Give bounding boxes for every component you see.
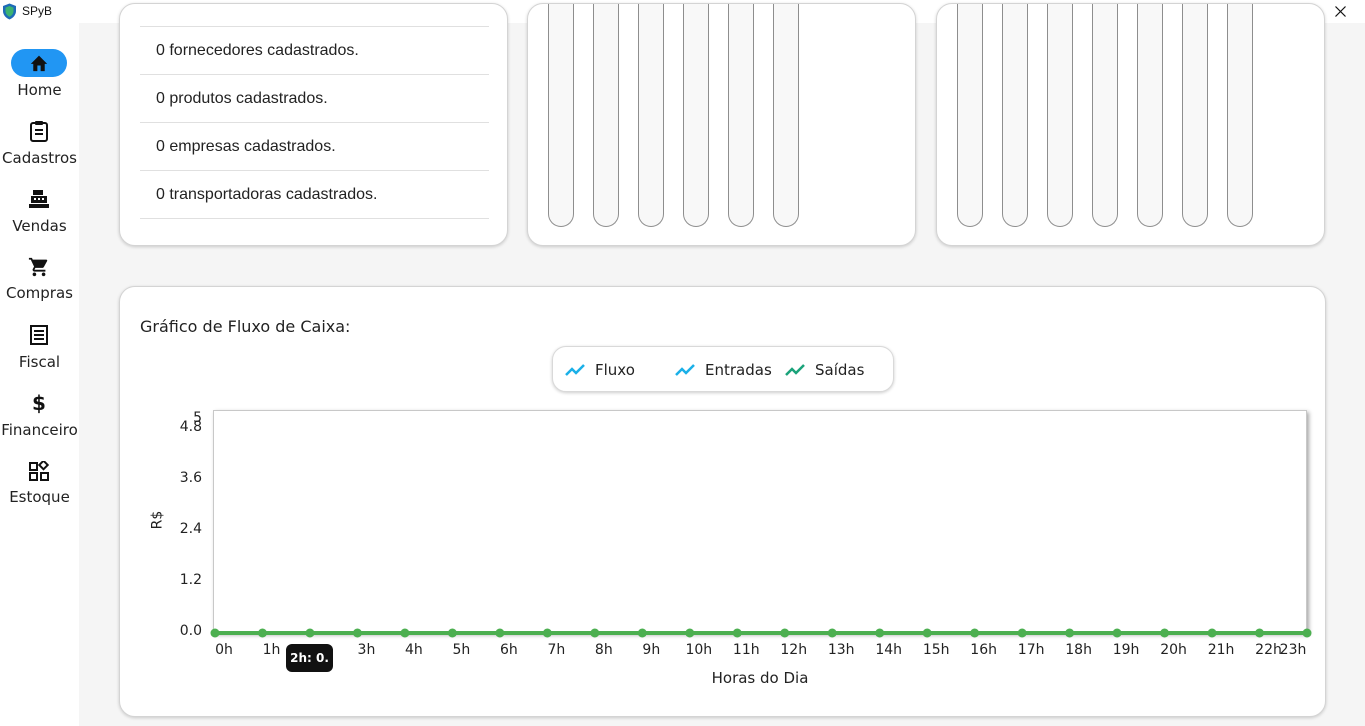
nav-label-home: Home bbox=[17, 81, 62, 99]
nav-item-financeiro[interactable]: $ Financeiro bbox=[0, 389, 79, 453]
empty-bar bbox=[1182, 4, 1208, 227]
shopping-cart-icon bbox=[28, 257, 48, 277]
empty-bar bbox=[638, 4, 664, 227]
empty-bar bbox=[1137, 4, 1163, 227]
x-tick-label: 8h bbox=[594, 642, 613, 658]
nav-item-vendas[interactable]: Vendas bbox=[0, 185, 79, 249]
chart-legend: Fluxo Entradas Saídas bbox=[552, 346, 894, 392]
dollar-icon-wrap: $ bbox=[11, 389, 67, 417]
receipt-icon-wrap bbox=[11, 321, 67, 349]
close-icon bbox=[1334, 6, 1346, 17]
x-axis-title: Horas do Dia bbox=[711, 669, 809, 687]
receipt-icon bbox=[30, 325, 48, 345]
nav-item-home[interactable]: Home bbox=[0, 49, 79, 113]
nav-label-fiscal: Fiscal bbox=[18, 353, 61, 371]
empty-bar bbox=[548, 4, 574, 227]
x-tick-label: 15h bbox=[922, 642, 950, 658]
x-tick-label: 10h bbox=[685, 642, 713, 658]
x-tick-label: 3h bbox=[357, 642, 376, 658]
nav-item-estoque[interactable]: Estoque bbox=[0, 457, 79, 521]
x-tick-label: 4h bbox=[405, 642, 423, 658]
trending-up-icon bbox=[675, 364, 695, 376]
x-tick-label: 18h bbox=[1065, 642, 1092, 658]
stat-products: 0 produtos cadastrados. bbox=[140, 75, 489, 123]
home-icon-pill bbox=[11, 49, 67, 77]
stat-companies: 0 empresas cadastrados. bbox=[140, 123, 489, 171]
legend-item-entradas[interactable]: Entradas bbox=[675, 359, 772, 381]
x-tick-label: 17h bbox=[1017, 642, 1045, 658]
window-title: SPyB bbox=[22, 4, 53, 18]
y-tick-label: 3.6 bbox=[179, 469, 202, 486]
empty-bar bbox=[1227, 4, 1253, 227]
shield-logo-icon bbox=[3, 3, 16, 20]
navigation-rail: Home Cadastros Vendas Compras Fiscal $ F… bbox=[0, 23, 79, 726]
legend-label-entradas: Entradas bbox=[705, 361, 772, 379]
nav-item-cadastros[interactable]: Cadastros bbox=[0, 117, 79, 181]
x-tick-label: 7h bbox=[547, 642, 566, 658]
x-tick-label: 21h bbox=[1207, 642, 1235, 658]
x-tick-label: 23h bbox=[1279, 642, 1307, 658]
empty-bar bbox=[1002, 4, 1028, 227]
nav-label-estoque: Estoque bbox=[9, 488, 70, 506]
bar-chart-card-1 bbox=[527, 3, 916, 246]
clipboard-icon bbox=[30, 121, 48, 142]
stat-carriers: 0 transportadoras cadastrados. bbox=[140, 171, 489, 219]
x-tick-label: 19h bbox=[1112, 642, 1140, 658]
nav-item-compras[interactable]: Compras bbox=[0, 253, 79, 317]
nav-label-cadastros: Cadastros bbox=[2, 149, 77, 167]
svg-text:$: $ bbox=[32, 392, 46, 414]
x-tick-label: 0h bbox=[215, 642, 233, 658]
y-tick-label: 2.4 bbox=[179, 520, 202, 537]
legend-label-fluxo: Fluxo bbox=[595, 361, 635, 379]
empty-bar bbox=[1047, 4, 1073, 227]
empty-bar bbox=[1092, 4, 1118, 227]
empty-bar bbox=[683, 4, 709, 227]
dollar-icon: $ bbox=[32, 392, 46, 414]
chart-tooltip: 2h: 0. bbox=[286, 644, 333, 672]
nav-item-fiscal[interactable]: Fiscal bbox=[0, 321, 79, 385]
x-tick-label: 20h bbox=[1160, 642, 1187, 658]
cart-icon-wrap bbox=[11, 253, 67, 281]
pos-icon-wrap bbox=[11, 185, 67, 213]
point-of-sale-icon bbox=[29, 190, 49, 208]
x-tick-label: 13h bbox=[827, 642, 855, 658]
x-tick-label: 5h bbox=[452, 642, 471, 658]
legend-item-saidas[interactable]: Saídas bbox=[785, 359, 864, 381]
x-tick-label: 11h bbox=[732, 642, 760, 658]
y-tick-label: 1.2 bbox=[179, 571, 202, 588]
legend-label-saidas: Saídas bbox=[815, 361, 865, 379]
empty-bar bbox=[957, 4, 983, 227]
stat-suppliers: 0 fornecedores cadastrados. bbox=[140, 27, 489, 75]
trending-up-icon bbox=[785, 364, 805, 376]
legend-item-fluxo[interactable]: Fluxo bbox=[565, 359, 635, 381]
x-tick-label: 9h bbox=[642, 642, 661, 658]
plot-area bbox=[213, 410, 1307, 633]
empty-bar bbox=[593, 4, 619, 227]
widgets-icon-wrap bbox=[11, 457, 67, 485]
empty-bar bbox=[773, 4, 799, 227]
empty-bar bbox=[728, 4, 754, 227]
cashflow-chart-card: Gráfico de Fluxo de Caixa: Fluxo Entrada… bbox=[119, 286, 1326, 717]
main-content: 0 fornecedores cadastrados. 0 produtos c… bbox=[79, 3, 1365, 726]
y-axis-title: R$ bbox=[149, 510, 166, 530]
trending-up-icon bbox=[565, 364, 585, 376]
widgets-icon bbox=[29, 461, 49, 481]
bar-chart-card-2 bbox=[936, 3, 1325, 246]
y-tick-label: 0.0 bbox=[179, 623, 202, 639]
home-icon bbox=[30, 55, 48, 72]
nav-label-financeiro: Financeiro bbox=[1, 421, 78, 439]
x-tick-label: 14h bbox=[875, 642, 903, 658]
nav-label-vendas: Vendas bbox=[12, 217, 67, 235]
nav-label-compras: Compras bbox=[6, 284, 73, 302]
chart-title: Gráfico de Fluxo de Caixa: bbox=[140, 317, 351, 336]
y-tick-label: 5 bbox=[193, 410, 202, 426]
x-tick-label: 6h bbox=[499, 642, 518, 658]
x-tick-label: 16h bbox=[970, 642, 997, 658]
clipboard-icon-wrap bbox=[11, 117, 67, 145]
x-tick-label: 12h bbox=[780, 642, 808, 658]
registrations-card: 0 fornecedores cadastrados. 0 produtos c… bbox=[119, 3, 508, 246]
